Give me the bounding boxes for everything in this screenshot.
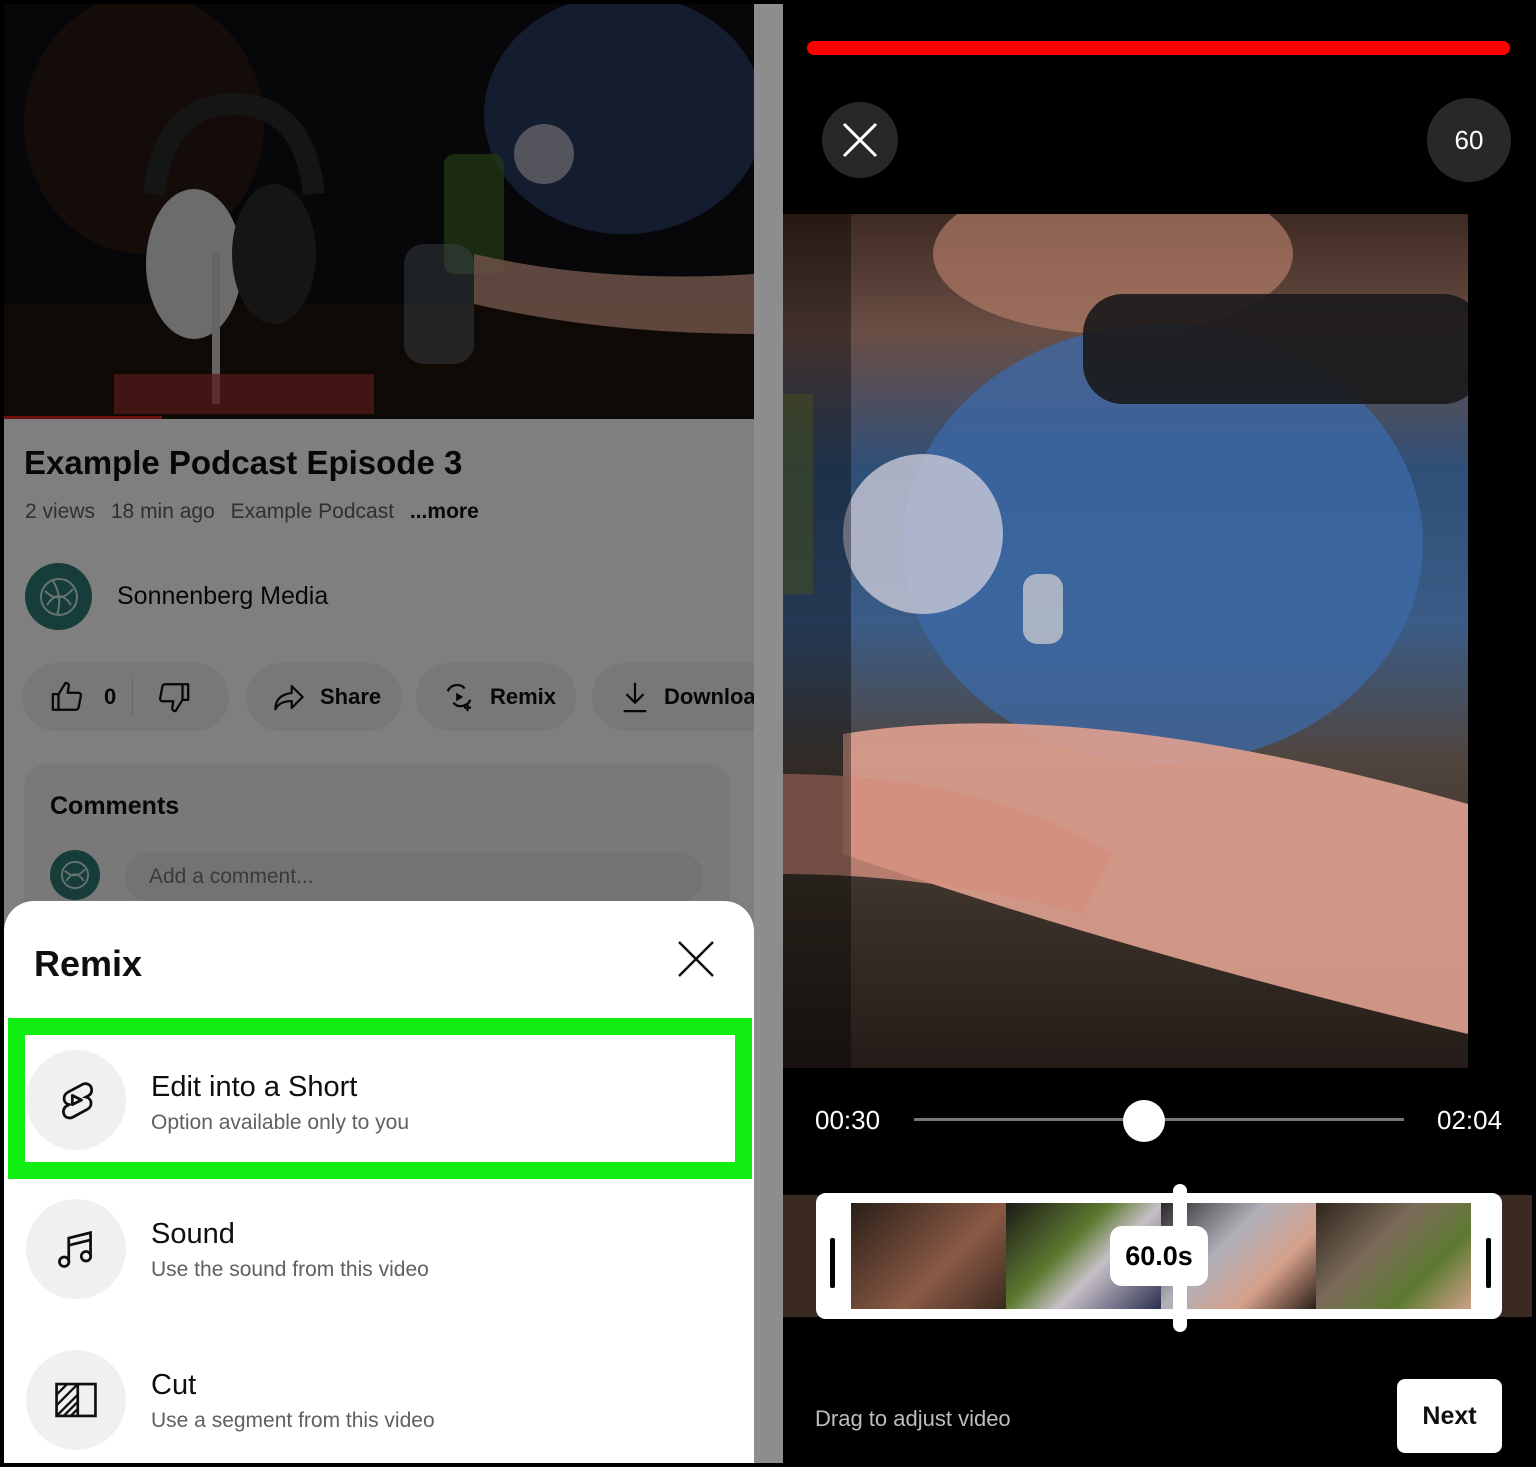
- option-subtitle: Use a segment from this video: [151, 1409, 435, 1432]
- scrubber-thumb[interactable]: [1123, 1100, 1165, 1142]
- sheet-title: Remix: [34, 943, 143, 984]
- close-icon[interactable]: [674, 937, 718, 981]
- video-preview: [783, 214, 1468, 1068]
- music-note-icon: [58, 1230, 93, 1268]
- duration-toggle[interactable]: 60: [1427, 98, 1511, 182]
- preview-frame-image: [783, 214, 1468, 1034]
- option-icon-circle: [26, 1199, 126, 1299]
- remix-bottom-sheet: Remix Edit into a Short Option available…: [4, 901, 754, 1463]
- scrub-start-time: 00:30: [815, 1105, 881, 1135]
- selection-duration-badge: 60.0s: [1110, 1226, 1208, 1286]
- option-cut[interactable]: Cut Use a segment from this video: [4, 1329, 754, 1463]
- option-title: Sound: [151, 1218, 235, 1250]
- shorts-editor-panel: 60 00:30 02:04 60.0s Drag to adjust vide…: [783, 4, 1532, 1463]
- preview-edge-shade: [783, 214, 851, 1068]
- option-subtitle: Use the sound from this video: [151, 1258, 429, 1281]
- close-icon: [842, 122, 878, 158]
- option-sound[interactable]: Sound Use the sound from this video: [4, 1178, 754, 1328]
- panel-divider: [754, 4, 783, 1463]
- editor-close-button[interactable]: [822, 102, 898, 178]
- filmstrip-frame: [851, 1203, 1006, 1309]
- video-watch-panel: Example Podcast Episode 3 2 views 18 min…: [4, 4, 754, 1463]
- trim-handle-left[interactable]: [830, 1238, 835, 1288]
- filmstrip-frame: [1316, 1203, 1471, 1309]
- drag-hint: Drag to adjust video: [815, 1406, 1011, 1431]
- option-icon-circle: [26, 1350, 126, 1450]
- highlight-box: [8, 1018, 752, 1179]
- scrub-end-time: 02:04: [1437, 1105, 1503, 1135]
- cut-icon: [55, 1382, 97, 1418]
- option-title: Cut: [151, 1369, 197, 1401]
- trim-handle-right[interactable]: [1486, 1238, 1491, 1288]
- recording-progress-bar: [807, 41, 1510, 55]
- next-button[interactable]: Next: [1397, 1379, 1502, 1453]
